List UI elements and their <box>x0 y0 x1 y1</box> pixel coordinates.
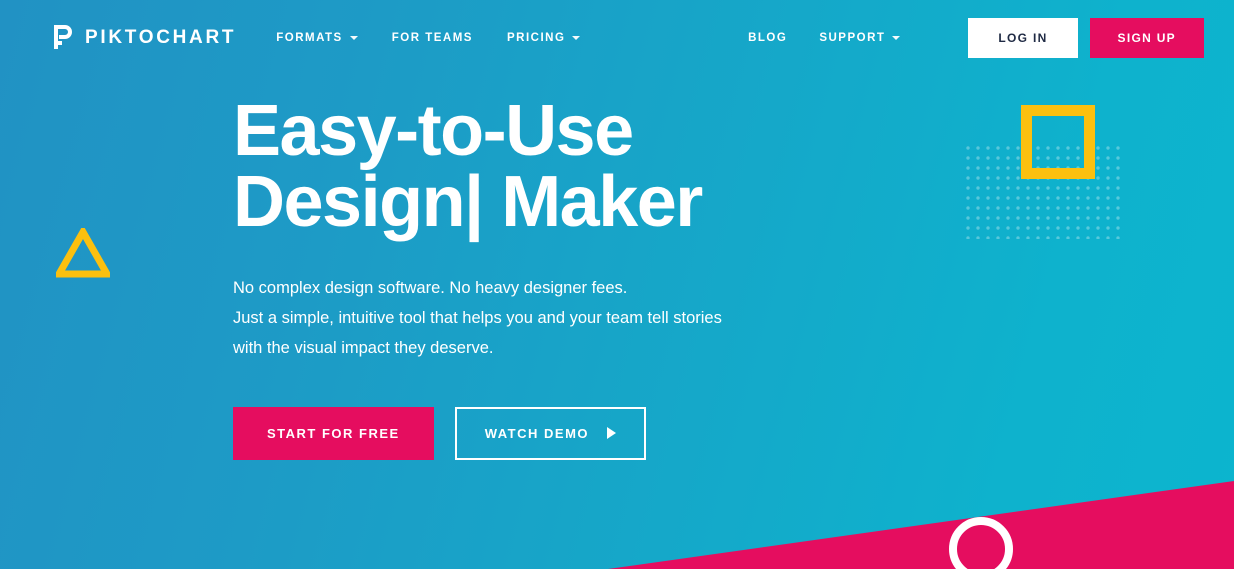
top-navigation-bar: PIKTOCHART FORMATS FOR TEAMS PRICING BLO… <box>0 0 1234 76</box>
nav-item-for-teams-label: FOR TEAMS <box>391 32 473 44</box>
nav-item-formats[interactable]: FORMATS <box>276 32 358 44</box>
watch-demo-button[interactable]: WATCH DEMO <box>454 406 647 460</box>
chevron-down-icon <box>572 36 581 40</box>
white-outline-circle-icon <box>949 517 1013 569</box>
nav-item-pricing[interactable]: PRICING <box>506 32 581 44</box>
nav-item-pricing-label: PRICING <box>506 32 566 44</box>
log-in-button[interactable]: LOG IN <box>968 18 1078 58</box>
start-for-free-button[interactable]: START FOR FREE <box>233 406 434 460</box>
nav-item-blog[interactable]: BLOG <box>748 32 787 44</box>
play-arrow-icon <box>607 427 617 440</box>
page-title: Easy-to-Use Design| Maker <box>233 91 703 243</box>
chevron-down-icon <box>349 36 358 40</box>
nav-item-for-teams[interactable]: FOR TEAMS <box>392 32 473 44</box>
watch-demo-label: WATCH DEMO <box>484 425 590 441</box>
sign-up-button[interactable]: SIGN UP <box>1089 18 1204 58</box>
nav-item-support-label: SUPPORT <box>819 32 886 44</box>
secondary-nav-links: BLOG SUPPORT LOG IN SIGN UP <box>748 18 1204 58</box>
hero-section: PIKTOCHART FORMATS FOR TEAMS PRICING BLO… <box>0 0 1234 569</box>
piktochart-p-logo-icon <box>54 25 72 49</box>
yellow-outline-triangle-icon <box>56 228 110 278</box>
hero-subtitle: No complex design software. No heavy des… <box>233 278 722 357</box>
hero-content: Easy-to-Use Design| Maker No complex des… <box>233 91 1033 460</box>
brand-name: PIKTOCHART <box>85 27 237 48</box>
nav-item-support[interactable]: SUPPORT <box>819 32 901 44</box>
brand-logo-link[interactable]: PIKTOCHART <box>52 24 236 52</box>
nav-item-blog-label: BLOG <box>748 32 788 44</box>
nav-auth-actions: LOG IN SIGN UP <box>968 18 1204 58</box>
primary-nav-links: FORMATS FOR TEAMS PRICING <box>276 32 581 44</box>
chevron-down-icon <box>892 36 901 40</box>
hero-cta-group: START FOR FREE WATCH DEMO <box>233 406 1033 460</box>
nav-item-formats-label: FORMATS <box>276 32 343 44</box>
